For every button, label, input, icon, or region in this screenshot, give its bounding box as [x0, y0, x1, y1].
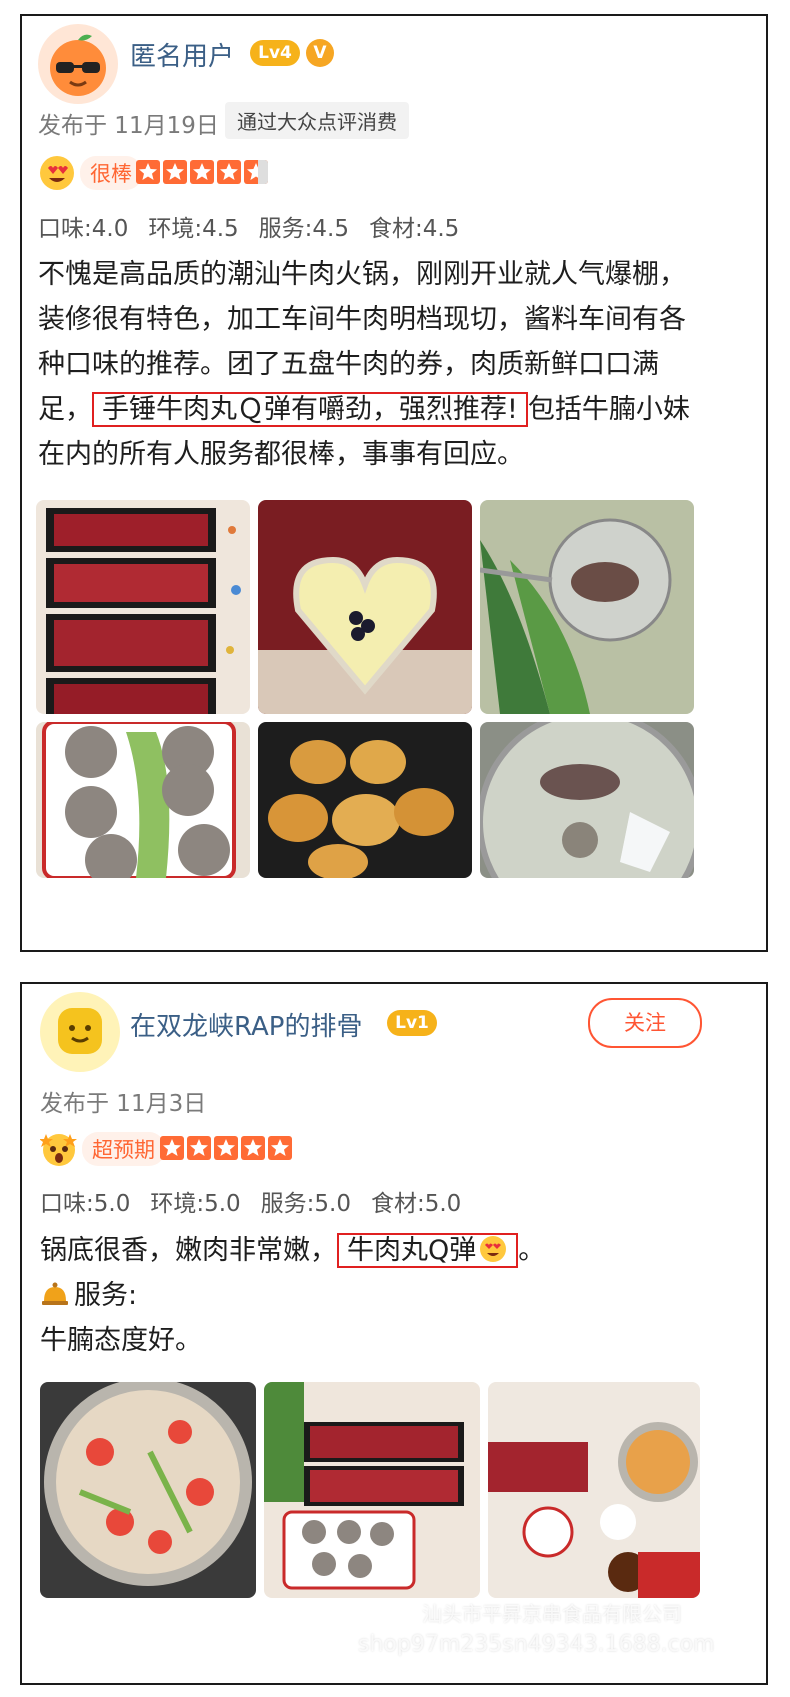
- service-comment: 牛腩态度好。: [40, 1325, 202, 1356]
- review-text: 不愧是高品质的潮汕牛肉火锅，刚刚开业就人气爆棚，装修很有特色，加工车间牛肉明档现…: [38, 252, 704, 477]
- score-service: 服务:5.0: [260, 1191, 351, 1217]
- verified-badge: V: [306, 39, 334, 67]
- photo-beef-balls-plate[interactable]: [36, 722, 250, 878]
- service-bell-icon: [42, 1282, 68, 1305]
- photo-strainer-beef-soup[interactable]: [480, 500, 694, 714]
- star-icon: [268, 1136, 292, 1160]
- photo-fried-tofu-rolls[interactable]: [258, 722, 472, 878]
- star-icon: [163, 160, 187, 184]
- score-ingredients: 食材:4.5: [368, 216, 460, 242]
- heart-eyes-emoji-icon: [40, 156, 74, 190]
- star-icon: [244, 160, 268, 184]
- level-badge: Lv4: [250, 40, 300, 66]
- orange-sunglasses-avatar-icon: [50, 34, 106, 96]
- star-icon: [241, 1136, 265, 1160]
- review-text: 锅底很香，嫩肉非常嫩， 牛肉丸Q弹 。 服务: 牛腩态度好。: [40, 1228, 720, 1363]
- surprised-stars-emoji-icon: [40, 1134, 77, 1166]
- yum-face-emoji-icon: [480, 1236, 507, 1262]
- star-icon: [190, 160, 214, 184]
- photo-grid: [36, 500, 694, 878]
- photo-hotpot-beef-balls[interactable]: [480, 722, 694, 878]
- post-date: 发布于 11月19日: [38, 113, 219, 139]
- score-environment: 环境:5.0: [150, 1191, 241, 1217]
- rating-tag: 很棒: [80, 156, 142, 190]
- review-text-part: 锅底很香，嫩肉非常嫩，: [40, 1235, 337, 1266]
- score-service: 服务:4.5: [258, 216, 349, 242]
- source-tag: 通过大众点评消费: [225, 102, 409, 139]
- service-label: 服务:: [74, 1280, 138, 1311]
- username[interactable]: 在双龙峡RAP的排骨: [130, 1006, 362, 1043]
- user-avatar[interactable]: [38, 24, 118, 104]
- score-breakdown: 口味:4.0 环境:4.5 服务:4.5 食材:4.5: [38, 209, 479, 243]
- star-icon: [160, 1136, 184, 1160]
- watermark-url: shop97m235sn49343.1688.com: [358, 1632, 715, 1657]
- post-date: 发布于 11月3日: [40, 1091, 207, 1117]
- photo-beef-and-ball-platter[interactable]: [264, 1382, 480, 1598]
- follow-button[interactable]: 关注: [588, 998, 702, 1048]
- level-badge: Lv1: [387, 1010, 437, 1036]
- score-taste: 口味:4.0: [38, 216, 129, 242]
- score-breakdown: 口味:5.0 环境:5.0 服务:5.0 食材:5.0: [40, 1184, 481, 1218]
- highlighted-text: 手锤牛肉丸Ｑ弹有嚼劲，强烈推荐!: [92, 392, 528, 427]
- star-icon: [136, 160, 160, 184]
- star-rating: [160, 1136, 292, 1160]
- rating-tag: 超预期: [82, 1132, 165, 1166]
- user-avatar[interactable]: [40, 992, 120, 1072]
- highlighted-text-label: 牛肉丸Q弹: [347, 1235, 477, 1266]
- star-icon: [217, 160, 241, 184]
- star-icon: [187, 1136, 211, 1160]
- toast-face-avatar-icon: [58, 1008, 102, 1054]
- score-taste: 口味:5.0: [40, 1191, 131, 1217]
- photo-grid: [40, 1382, 700, 1598]
- review-card-1: 匿名用户 Lv4 V 发布于 11月19日 通过大众点评消费 很棒 口味:4.0…: [20, 14, 768, 952]
- score-ingredients: 食材:5.0: [370, 1191, 462, 1217]
- star-icon: [214, 1136, 238, 1160]
- photo-tomato-broth-pot[interactable]: [40, 1382, 256, 1598]
- photo-sliced-beef-trays[interactable]: [36, 500, 250, 714]
- watermark-company: 汕头市平昇京串食品有限公司: [422, 1602, 682, 1626]
- score-environment: 环境:4.5: [148, 216, 239, 242]
- review-text-part: 。: [518, 1235, 546, 1266]
- star-rating: [136, 160, 268, 184]
- photo-table-spread[interactable]: [488, 1382, 700, 1598]
- review-card-2: 在双龙峡RAP的排骨 Lv1 关注 发布于 11月3日 超预期 口味:5.0 环境…: [20, 982, 768, 1685]
- username[interactable]: 匿名用户: [130, 36, 234, 73]
- highlighted-text: 牛肉丸Q弹: [337, 1233, 519, 1268]
- photo-heart-pudding[interactable]: [258, 500, 472, 714]
